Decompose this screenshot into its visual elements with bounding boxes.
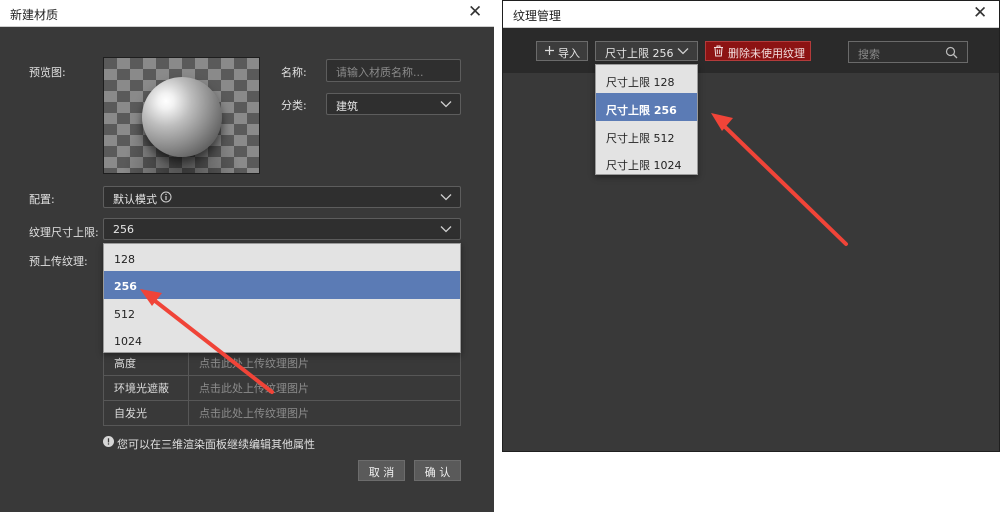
plus-icon (544, 45, 555, 56)
window-titlebar: 纹理管理 ✕ (503, 1, 999, 28)
chevron-down-icon (440, 191, 452, 203)
texture-upload-cell[interactable]: 点击此处上传纹理图片 (188, 350, 461, 376)
search-input[interactable]: 搜索 (848, 41, 968, 63)
delete-unused-textures-button[interactable]: 删除未使用纹理 (705, 41, 811, 61)
import-button[interactable]: 导入 (536, 41, 588, 61)
texture-slot-name: 环境光遮蔽 (103, 375, 189, 401)
dropdown-option-512[interactable]: 尺寸上限 512 (596, 121, 697, 148)
dropdown-option-1024[interactable]: 1024 (104, 326, 460, 353)
size-limit-dropdown-list: 尺寸上限 128 尺寸上限 256 尺寸上限 512 尺寸上限 1024 (595, 64, 698, 175)
cancel-button[interactable]: 取 消 (358, 460, 405, 481)
option-label: 尺寸上限 128 (606, 76, 675, 89)
info-icon[interactable] (160, 191, 172, 203)
trash-icon (713, 45, 724, 57)
texture-limit-dropdown-list: 128 256 512 1024 (103, 243, 461, 353)
name-label: 名称: (281, 66, 307, 79)
table-row: 环境光遮蔽 点击此处上传纹理图片 (103, 375, 461, 401)
texture-slot-name: 自发光 (103, 400, 189, 426)
dropdown-option-256[interactable]: 尺寸上限 256 (596, 93, 697, 121)
texture-limit-select[interactable]: 256 (103, 218, 461, 240)
chevron-down-icon (677, 45, 689, 57)
search-icon[interactable] (945, 46, 958, 59)
confirm-button[interactable]: 确 认 (414, 460, 461, 481)
texture-upload-cell[interactable]: 点击此处上传纹理图片 (188, 400, 461, 426)
table-row: 自发光 点击此处上传纹理图片 (103, 400, 461, 426)
material-preview-image (103, 57, 260, 174)
close-icon[interactable]: ✕ (468, 2, 482, 22)
window-title: 纹理管理 (513, 9, 562, 23)
material-name-placeholder: 请输入材质名称... (336, 66, 424, 79)
option-label: 尺寸上限 512 (606, 132, 675, 145)
preupload-label: 预上传纹理: (29, 255, 88, 268)
preview-label: 预览图: (29, 66, 66, 79)
texture-limit-value: 256 (113, 223, 134, 236)
import-label: 导入 (558, 47, 580, 60)
option-label: 512 (114, 308, 135, 321)
toolbar: 导入 尺寸上限 256 删除未使用纹理 搜索 (503, 28, 999, 73)
material-name-input[interactable]: 请输入材质名称... (326, 59, 461, 82)
table-row: 高度 点击此处上传纹理图片 (103, 350, 461, 376)
chevron-down-icon (440, 98, 452, 110)
dropdown-option-512[interactable]: 512 (104, 299, 460, 326)
dialog-title: 新建材质 (10, 8, 59, 22)
delete-unused-label: 删除未使用纹理 (728, 47, 805, 60)
category-label: 分类: (281, 99, 307, 112)
texture-table: 高度 点击此处上传纹理图片 环境光遮蔽 点击此处上传纹理图片 自发光 点击此处上… (103, 350, 461, 426)
config-select[interactable]: 默认模式 (103, 186, 461, 208)
cancel-button-label: 取 消 (368, 466, 395, 479)
category-value: 建筑 (336, 100, 358, 113)
option-label: 尺寸上限 1024 (606, 159, 682, 172)
notice-text: 您可以在三维渲染面板继续编辑其他属性 (117, 438, 315, 451)
texture-slot-name: 高度 (103, 350, 189, 376)
dropdown-option-1024[interactable]: 尺寸上限 1024 (596, 148, 697, 175)
option-label: 1024 (114, 335, 142, 348)
option-label: 256 (114, 280, 137, 293)
search-placeholder: 搜索 (858, 48, 880, 61)
texture-upload-cell[interactable]: 点击此处上传纹理图片 (188, 375, 461, 401)
option-label: 尺寸上限 256 (606, 104, 677, 117)
dropdown-option-128[interactable]: 128 (104, 244, 460, 271)
texture-manager-window: 纹理管理 ✕ 导入 尺寸上限 256 删除未使用纹理 搜索 尺寸上限 128 尺… (502, 0, 1000, 452)
preview-sphere (142, 77, 222, 157)
config-label: 配置: (29, 193, 55, 206)
confirm-button-label: 确 认 (424, 466, 451, 479)
option-label: 128 (114, 253, 135, 266)
config-value: 默认模式 (113, 193, 157, 206)
chevron-down-icon (440, 223, 452, 235)
size-limit-select[interactable]: 尺寸上限 256 (595, 41, 698, 61)
dialog-titlebar: 新建材质 ✕ (0, 0, 494, 27)
dropdown-option-128[interactable]: 尺寸上限 128 (596, 65, 697, 93)
close-icon[interactable]: ✕ (973, 3, 987, 23)
dropdown-option-256[interactable]: 256 (104, 271, 460, 299)
new-material-dialog: 新建材质 ✕ 预览图: 名称: 请输入材质名称... 分类: 建筑 配置: 默认… (0, 0, 494, 512)
info-filled-icon (103, 436, 114, 447)
size-limit-value: 尺寸上限 256 (605, 47, 674, 60)
texture-limit-label: 纹理尺寸上限: (29, 226, 99, 239)
category-select[interactable]: 建筑 (326, 93, 461, 115)
